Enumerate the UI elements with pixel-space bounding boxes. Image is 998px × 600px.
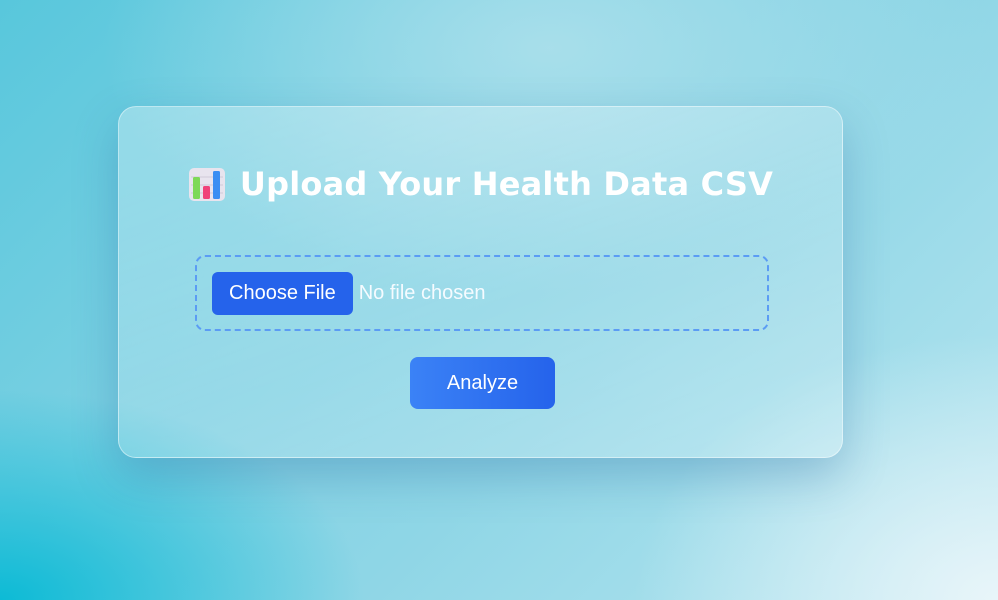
choose-file-button[interactable]: Choose File [212,271,353,315]
card-header: Upload Your Health Data CSV [119,165,842,203]
page-title: Upload Your Health Data CSV [239,165,774,203]
bar-chart-icon [188,168,225,201]
upload-card: Upload Your Health Data CSV Choose File … [118,106,843,458]
analyze-button[interactable]: Analyze [410,357,555,409]
file-drop-zone[interactable]: Choose File No file chosen [195,255,769,331]
file-status-text: No file chosen [358,281,486,304]
